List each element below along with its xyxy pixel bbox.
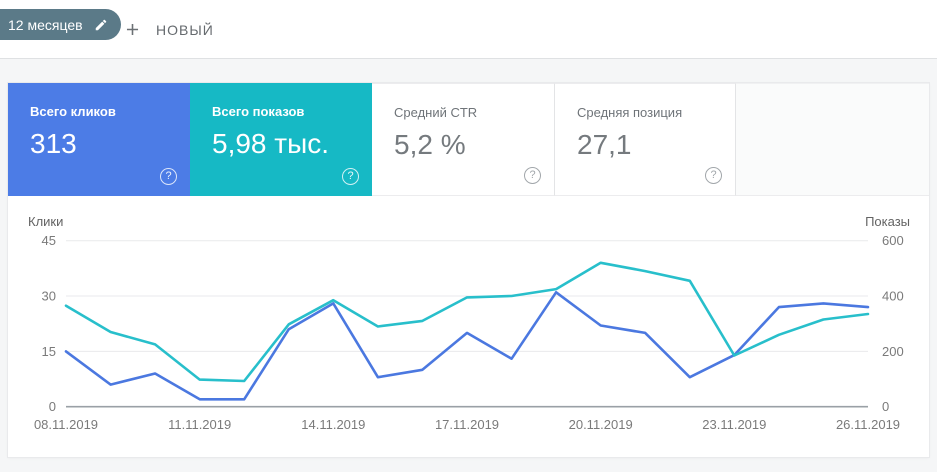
performance-chart: Клики Показы 0 15 30 45 0 200 400 600 08.11.2019… xyxy=(8,196,929,457)
metric-value: 313 xyxy=(30,128,77,159)
metric-card-average-position[interactable]: Средняя позиция 27,1 ? xyxy=(554,83,736,196)
svg-text:17.11.2019: 17.11.2019 xyxy=(435,417,499,432)
new-filter-button[interactable]: НОВЫЙ xyxy=(113,0,224,59)
svg-text:20.11.2019: 20.11.2019 xyxy=(569,417,633,432)
help-icon[interactable]: ? xyxy=(705,167,722,184)
svg-text:23.11.2019: 23.11.2019 xyxy=(702,417,766,432)
clicks-impressions-line-chart[interactable]: 0 15 30 45 0 200 400 600 08.11.2019 11.11.2019 14.… xyxy=(8,196,929,457)
svg-text:200: 200 xyxy=(882,344,904,359)
metric-value: 5,98 тыс. xyxy=(212,128,330,159)
help-icon[interactable]: ? xyxy=(342,168,359,185)
svg-text:0: 0 xyxy=(49,399,56,414)
edit-pencil-icon xyxy=(94,18,108,32)
svg-text:11.11.2019: 11.11.2019 xyxy=(168,417,231,432)
metric-cards-row: Всего кликов 313 ? Всего показов 5,98 ты… xyxy=(8,83,929,196)
help-icon[interactable]: ? xyxy=(524,167,541,184)
left-axis-title: Клики xyxy=(28,214,64,229)
metric-label: Средний CTR xyxy=(394,105,478,120)
metric-row-empty-space xyxy=(736,83,929,196)
metric-label: Всего показов xyxy=(212,104,305,119)
metric-label: Средняя позиция xyxy=(577,105,683,120)
svg-text:45: 45 xyxy=(42,233,56,248)
new-filter-label: НОВЫЙ xyxy=(156,21,214,38)
metric-value: 5,2 % xyxy=(394,129,466,160)
performance-panel: Всего кликов 313 ? Всего показов 5,98 ты… xyxy=(8,83,929,457)
svg-text:400: 400 xyxy=(882,289,904,304)
metric-card-total-clicks[interactable]: Всего кликов 313 ? xyxy=(8,83,190,196)
svg-text:08.11.2019: 08.11.2019 xyxy=(34,417,98,432)
svg-text:30: 30 xyxy=(42,289,56,304)
metric-value: 27,1 xyxy=(577,129,632,160)
svg-text:600: 600 xyxy=(882,233,904,248)
help-icon[interactable]: ? xyxy=(160,168,177,185)
date-range-label: 12 месяцев xyxy=(8,16,83,33)
svg-text:26.11.2019: 26.11.2019 xyxy=(836,417,900,432)
date-range-filter-chip[interactable]: 12 месяцев xyxy=(0,9,121,40)
right-axis-title: Показы xyxy=(865,214,910,229)
metric-card-average-ctr[interactable]: Средний CTR 5,2 % ? xyxy=(372,83,554,196)
metric-card-total-impressions[interactable]: Всего показов 5,98 тыс. ? xyxy=(190,83,372,196)
plus-icon xyxy=(123,20,142,39)
topbar: 12 месяцев НОВЫЙ xyxy=(0,0,937,59)
metric-label: Всего кликов xyxy=(30,104,116,119)
svg-text:0: 0 xyxy=(882,399,889,414)
svg-text:14.11.2019: 14.11.2019 xyxy=(301,417,365,432)
svg-text:15: 15 xyxy=(42,344,56,359)
